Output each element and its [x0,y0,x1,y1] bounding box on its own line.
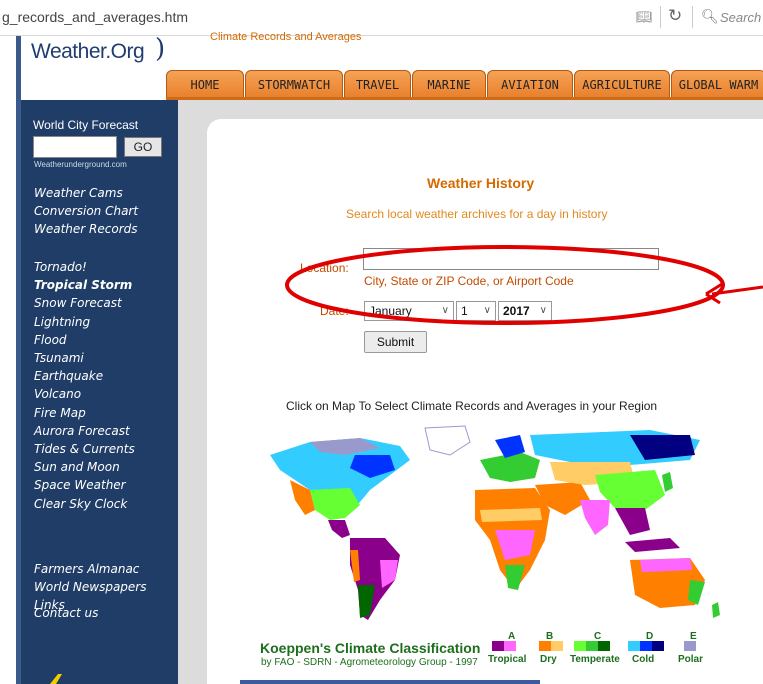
tab-stormwatch[interactable]: STORMWATCH [245,70,343,98]
map-region-india [580,500,610,535]
sidebar-link[interactable]: Weather Records [34,222,138,236]
sidebar-link[interactable]: Space Weather [34,478,126,492]
legend-swatch [539,641,551,651]
tab-travel[interactable]: TRAVEL [344,70,411,98]
legend-class-name: Dry [540,654,557,665]
day-select[interactable]: 1 ∨ [456,301,496,321]
toolbar-divider [692,6,693,28]
sidebar-link[interactable]: Volcano [34,387,81,401]
main-nav: HOME STORMWATCH TRAVEL MARINE AVIATION A… [166,70,763,98]
tab-agriculture[interactable]: AGRICULTURE [574,70,670,98]
map-caption: Click on Map To Select Climate Records a… [286,399,658,413]
sidebar-link[interactable]: Aurora Forecast [34,424,130,438]
map-region-indonesia [625,538,680,552]
city-forecast-input[interactable] [33,136,117,158]
legend-swatch [640,641,652,651]
page-title: Weather History [427,175,535,191]
legend-swatch [586,641,598,651]
legend-subtitle: by FAO - SDRN - Agrometeorology Group - … [261,657,478,668]
map-region-australia-north [640,558,692,572]
legend-class-name: Temperate [570,654,620,665]
go-button[interactable]: GO [124,137,162,157]
sidebar-link[interactable]: Earthquake [34,369,103,383]
reload-icon[interactable]: ↻ [668,6,682,26]
logo-swoosh: ) [155,34,166,64]
map-region-central-america [328,520,350,538]
tab-home[interactable]: HOME [166,70,244,98]
legend-swatch [504,641,516,651]
month-select[interactable]: January ∨ [364,301,454,321]
chevron-down-icon: ∨ [539,305,547,316]
year-value: 2017 [503,304,530,318]
month-value: January [369,304,412,318]
sidebar-link[interactable]: Tropical Storm [34,278,132,292]
site-tagline: Climate Records and Averages [210,31,362,43]
legend-title: Koeppen's Climate Classification [260,640,481,656]
legend-swatch [574,641,586,651]
map-region-new-zealand [712,602,720,618]
legend-class-name: Cold [632,654,655,665]
map-region-se-asia [615,508,650,535]
chevron-down-icon: ∨ [483,305,491,316]
location-hint: City, State or ZIP Code, or Airport Code [364,274,574,288]
bottom-banner [240,680,540,684]
sidebar-link[interactable]: Tsunami [34,351,84,365]
legend-swatch [684,641,696,651]
sidebar-link[interactable]: World Newspapers [34,580,147,594]
world-city-forecast-title: World City Forecast [33,118,139,132]
climate-world-map[interactable] [250,420,726,630]
address-bar-url[interactable]: g_records_and_averages.htm [2,9,188,25]
toolbar-divider [660,6,661,28]
contact-us-link[interactable]: Contact us [34,606,98,620]
reader-view-icon[interactable]: 📖︎ [636,9,653,25]
tab-aviation[interactable]: AVIATION [487,70,573,98]
site-logo[interactable]: Weather.Org [31,40,145,64]
sidebar-link[interactable]: Fire Map [34,406,86,420]
legend-swatch [598,641,610,651]
submit-button[interactable]: Submit [364,331,427,353]
legend-class-name: Tropical [488,654,527,665]
sidebar-link[interactable]: Flood [34,333,67,347]
legend-swatch [652,641,664,651]
browser-search-input[interactable]: Search [720,10,761,25]
sidebar-link[interactable]: Tides & Currents [34,442,135,456]
map-region-australia-east [688,580,705,605]
sidebar-link[interactable]: Sun and Moon [34,460,120,474]
legend-swatch [551,641,563,651]
sidebar-link[interactable]: Lightning [34,315,90,329]
location-input[interactable] [363,248,659,270]
sidebar-link[interactable]: Snow Forecast [34,296,122,310]
location-label: Location: [300,261,349,275]
search-icon: 🔍︎ [701,8,719,24]
page-subtitle: Search local weather archives for a day … [346,207,608,221]
legend-class-name: Polar [678,654,704,665]
legend-swatch [492,641,504,651]
sidebar-link[interactable]: Farmers Almanac [34,562,139,576]
tab-global-warming[interactable]: GLOBAL WARM [671,70,763,98]
sidebar-link[interactable]: Weather Cams [34,186,123,200]
lightning-logo-icon [50,674,62,684]
sidebar-link[interactable]: Clear Sky Clock [34,497,127,511]
provider-link[interactable]: Weatherunderground.com [34,160,127,169]
sidebar-link[interactable]: Conversion Chart [34,204,138,218]
map-region-north-america-south [310,488,360,520]
chevron-down-icon: ∨ [441,305,449,316]
map-region-greenland [424,425,471,456]
map-region-sahara-edge [480,508,542,522]
map-region-japan [662,472,673,492]
legend-swatch [628,641,640,651]
sidebar-link[interactable]: Tornado! [34,260,87,274]
tab-marine[interactable]: MARINE [412,70,486,98]
browser-toolbar: g_records_and_averages.htm 📖︎ ↻ 🔍︎ Searc… [0,0,763,36]
date-label: Date: [320,304,349,318]
year-select[interactable]: 2017 ∨ [498,301,552,321]
day-value: 1 [461,304,468,318]
